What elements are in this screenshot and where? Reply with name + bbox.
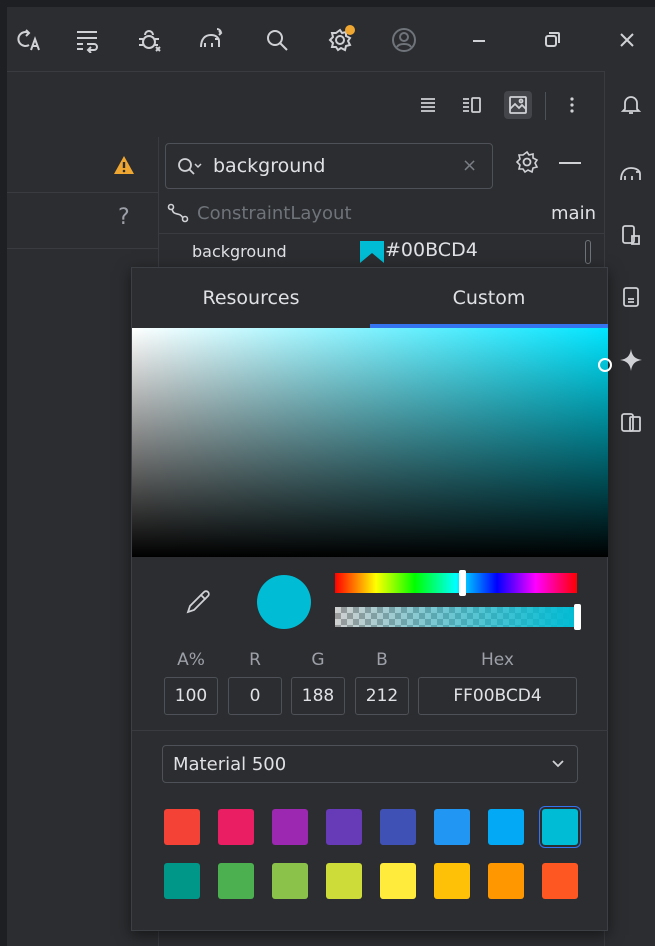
palette-swatch[interactable] [542, 863, 578, 899]
palette-swatch[interactable] [488, 809, 524, 845]
palette-swatch[interactable] [326, 863, 362, 899]
saturation-value-area[interactable] [132, 328, 612, 557]
restore-icon[interactable] [537, 25, 567, 55]
palette-swatch[interactable] [434, 863, 470, 899]
debug-icon[interactable] [134, 25, 164, 55]
more-icon[interactable] [558, 91, 586, 119]
component-id: main [551, 203, 596, 224]
warning-icon[interactable] [113, 155, 135, 175]
component-row: ConstraintLayout main [159, 197, 605, 231]
palette-swatch[interactable] [542, 809, 578, 845]
running-devices-icon[interactable] [618, 409, 644, 435]
gear-icon[interactable] [515, 150, 539, 174]
palette-swatch[interactable] [272, 863, 308, 899]
palette-swatch[interactable] [488, 863, 524, 899]
title-bar [7, 7, 655, 71]
minimize-icon[interactable] [464, 25, 494, 55]
green-field[interactable]: 188 [291, 677, 345, 715]
palette-swatch[interactable] [380, 809, 416, 845]
clipboard-icon[interactable] [618, 284, 644, 310]
gradle-icon[interactable] [618, 160, 644, 186]
gemini-icon[interactable] [618, 347, 644, 373]
divider [132, 730, 608, 731]
elephant-sync-icon[interactable] [195, 25, 225, 55]
help-row: ? [7, 193, 158, 249]
hex-field[interactable]: FF00BCD4 [418, 677, 577, 715]
attribute-search[interactable]: background × [165, 143, 493, 189]
warning-row [7, 137, 158, 193]
notifications-icon[interactable] [618, 91, 644, 117]
help-icon[interactable]: ? [118, 205, 130, 230]
tab-resources[interactable]: Resources [132, 268, 370, 327]
green-label: G [311, 650, 325, 670]
split-view-icon[interactable] [458, 91, 486, 119]
device-manager-icon[interactable] [618, 222, 644, 248]
wrap-text-icon[interactable] [72, 25, 102, 55]
collapse-icon[interactable] [559, 162, 581, 164]
palette-select-value: Material 500 [173, 754, 287, 775]
component-name: ConstraintLayout [197, 203, 352, 224]
chevron-down-icon [552, 760, 564, 768]
tab-custom[interactable]: Custom [370, 268, 608, 327]
search-icon [178, 158, 202, 175]
palette-swatch[interactable] [434, 809, 470, 845]
background-attribute-row[interactable]: background #00BCD4 [159, 233, 605, 269]
palette-swatch[interactable] [164, 863, 200, 899]
attribute-value[interactable]: #00BCD4 [385, 239, 478, 261]
toolbar-divider [545, 92, 546, 120]
palette-swatch[interactable] [326, 809, 362, 845]
hue-slider-handle[interactable] [459, 570, 466, 596]
editor-toolbar [7, 71, 604, 137]
clear-search-icon[interactable]: × [462, 155, 477, 176]
red-label: R [249, 650, 261, 670]
search-icon[interactable] [262, 25, 292, 55]
alpha-label: A% [177, 650, 205, 670]
alpha-field[interactable]: 100 [164, 677, 218, 715]
palette-swatch[interactable] [218, 809, 254, 845]
palette-swatch[interactable] [218, 863, 254, 899]
close-icon[interactable] [612, 25, 642, 55]
palette-swatch[interactable] [380, 863, 416, 899]
right-tool-strip [604, 71, 655, 946]
red-field[interactable]: 0 [228, 677, 282, 715]
account-icon[interactable] [389, 25, 419, 55]
blue-label: B [376, 650, 388, 670]
palette-swatch[interactable] [272, 809, 308, 845]
design-view-icon[interactable] [504, 91, 532, 119]
attribute-name: background [192, 242, 287, 261]
code-view-icon[interactable] [414, 91, 442, 119]
settings-icon[interactable] [325, 25, 355, 55]
hex-label: Hex [480, 650, 514, 670]
palette-select[interactable]: Material 500 [162, 745, 578, 783]
color-swatch-icon[interactable] [360, 241, 384, 263]
eyedropper-icon[interactable] [184, 588, 212, 616]
color-picker-popup: Resources Custom A% R G B Hex 100 0 188 … [131, 267, 612, 931]
search-input[interactable]: background [213, 155, 325, 177]
translate-icon[interactable] [13, 25, 43, 55]
hue-slider[interactable] [335, 573, 577, 593]
color-preview [257, 575, 311, 629]
ide-window: ? background × ConstraintLayout main bac… [0, 0, 655, 946]
alpha-slider[interactable] [335, 607, 577, 627]
color-cursor[interactable] [598, 358, 612, 372]
palette-swatch[interactable] [164, 809, 200, 845]
alpha-slider-handle[interactable] [574, 604, 581, 630]
row-scrollbar[interactable] [585, 240, 591, 264]
blue-field[interactable]: 212 [355, 677, 409, 715]
constraint-layout-icon [167, 203, 189, 223]
